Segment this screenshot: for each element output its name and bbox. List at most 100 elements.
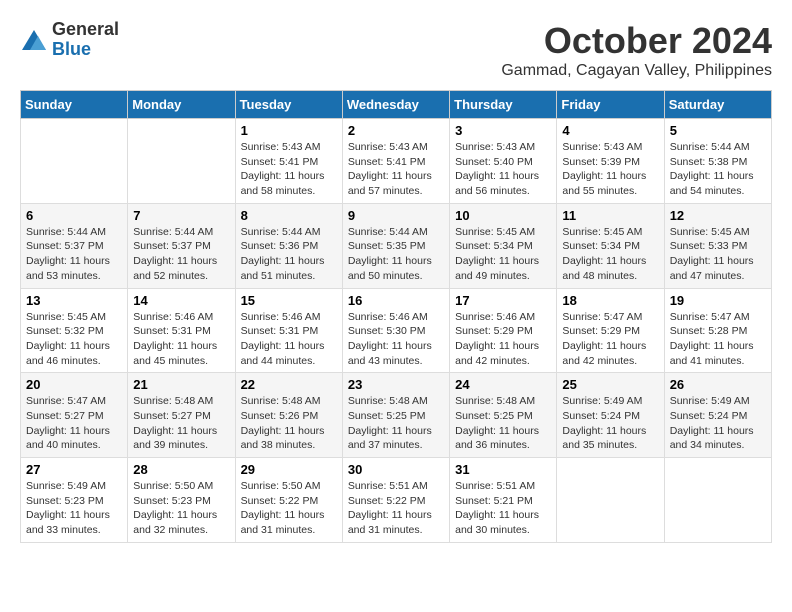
day-cell: 6Sunrise: 5:44 AM Sunset: 5:37 PM Daylig… [21,203,128,288]
day-cell [128,119,235,204]
day-cell: 1 Sunrise: 5:43 AM Sunset: 5:41 PM Daylig… [235,119,342,204]
day-cell: 15 Sunrise: 5:46 AM Sunset: 5:31 PM Dayli… [235,288,342,373]
day-info: Sunrise: 5:49 AM Sunset: 5:24 PM Dayligh… [562,394,658,453]
day-number: 10 [455,208,551,223]
day-number: 22 [241,377,337,392]
day-number: 8 [241,208,337,223]
day-cell: 22 Sunrise: 5:48 AM Sunset: 5:26 PM Dayli… [235,373,342,458]
logo: General Blue [20,20,119,60]
location-subtitle: Gammad, Cagayan Valley, Philippines [501,62,772,80]
week-row-1: 1 Sunrise: 5:43 AM Sunset: 5:41 PM Daylig… [21,119,772,204]
month-title: October 2024 [501,20,772,62]
day-cell: 20 Sunrise: 5:47 AM Sunset: 5:27 PM Dayli… [21,373,128,458]
header-friday: Friday [557,91,664,119]
day-cell: 31Sunrise: 5:51 AM Sunset: 5:21 PM Dayli… [450,458,557,543]
day-number: 25 [562,377,658,392]
day-number: 4 [562,123,658,138]
day-number: 9 [348,208,444,223]
day-cell: 5 Sunrise: 5:44 AM Sunset: 5:38 PM Daylig… [664,119,771,204]
day-info: Sunrise: 5:47 AM Sunset: 5:28 PM Dayligh… [670,310,766,369]
day-info: Sunrise: 5:44 AM Sunset: 5:35 PM Dayligh… [348,225,444,284]
day-info: Sunrise: 5:46 AM Sunset: 5:30 PM Dayligh… [348,310,444,369]
day-cell: 2 Sunrise: 5:43 AM Sunset: 5:41 PM Daylig… [342,119,449,204]
day-cell: 19 Sunrise: 5:47 AM Sunset: 5:28 PM Dayli… [664,288,771,373]
day-number: 7 [133,208,229,223]
day-cell: 25 Sunrise: 5:49 AM Sunset: 5:24 PM Dayli… [557,373,664,458]
day-number: 19 [670,293,766,308]
day-number: 14 [133,293,229,308]
day-number: 27 [26,462,122,477]
page-header: General Blue October 2024 Gammad, Cagaya… [20,20,772,80]
day-info: Sunrise: 5:50 AM Sunset: 5:23 PM Dayligh… [133,479,229,538]
header-saturday: Saturday [664,91,771,119]
day-cell: 29 Sunrise: 5:50 AM Sunset: 5:22 PM Dayli… [235,458,342,543]
logo-blue: Blue [52,40,119,60]
day-number: 21 [133,377,229,392]
day-cell: 17 Sunrise: 5:46 AM Sunset: 5:29 PM Dayli… [450,288,557,373]
day-number: 26 [670,377,766,392]
logo-general: General [52,20,119,40]
day-number: 30 [348,462,444,477]
header-monday: Monday [128,91,235,119]
day-number: 12 [670,208,766,223]
day-cell: 18Sunrise: 5:47 AM Sunset: 5:29 PM Dayli… [557,288,664,373]
day-cell [557,458,664,543]
day-info: Sunrise: 5:46 AM Sunset: 5:31 PM Dayligh… [133,310,229,369]
day-number: 20 [26,377,122,392]
day-info: Sunrise: 5:48 AM Sunset: 5:26 PM Dayligh… [241,394,337,453]
day-cell: 21 Sunrise: 5:48 AM Sunset: 5:27 PM Dayli… [128,373,235,458]
day-info: Sunrise: 5:44 AM Sunset: 5:38 PM Dayligh… [670,140,766,199]
day-number: 11 [562,208,658,223]
calendar-table: Sunday Monday Tuesday Wednesday Thursday… [20,90,772,543]
day-info: Sunrise: 5:45 AM Sunset: 5:33 PM Dayligh… [670,225,766,284]
week-row-4: 20 Sunrise: 5:47 AM Sunset: 5:27 PM Dayli… [21,373,772,458]
day-info: Sunrise: 5:43 AM Sunset: 5:39 PM Dayligh… [562,140,658,199]
day-cell: 14 Sunrise: 5:46 AM Sunset: 5:31 PM Dayli… [128,288,235,373]
day-info: Sunrise: 5:45 AM Sunset: 5:32 PM Dayligh… [26,310,122,369]
day-number: 31 [455,462,551,477]
day-info: Sunrise: 5:49 AM Sunset: 5:24 PM Dayligh… [670,394,766,453]
day-info: Sunrise: 5:44 AM Sunset: 5:36 PM Dayligh… [241,225,337,284]
day-cell: 30Sunrise: 5:51 AM Sunset: 5:22 PM Dayli… [342,458,449,543]
day-cell: 12 Sunrise: 5:45 AM Sunset: 5:33 PM Dayli… [664,203,771,288]
day-cell: 16 Sunrise: 5:46 AM Sunset: 5:30 PM Dayli… [342,288,449,373]
day-number: 5 [670,123,766,138]
day-number: 15 [241,293,337,308]
day-info: Sunrise: 5:43 AM Sunset: 5:41 PM Dayligh… [348,140,444,199]
day-cell: 10 Sunrise: 5:45 AM Sunset: 5:34 PM Dayli… [450,203,557,288]
week-row-3: 13Sunrise: 5:45 AM Sunset: 5:32 PM Dayli… [21,288,772,373]
day-number: 16 [348,293,444,308]
header-sunday: Sunday [21,91,128,119]
day-number: 2 [348,123,444,138]
day-info: Sunrise: 5:43 AM Sunset: 5:41 PM Dayligh… [241,140,337,199]
day-info: Sunrise: 5:46 AM Sunset: 5:31 PM Dayligh… [241,310,337,369]
header-wednesday: Wednesday [342,91,449,119]
day-cell: 24Sunrise: 5:48 AM Sunset: 5:25 PM Dayli… [450,373,557,458]
day-number: 6 [26,208,122,223]
calendar-header-row: Sunday Monday Tuesday Wednesday Thursday… [21,91,772,119]
day-cell [21,119,128,204]
day-cell: 26 Sunrise: 5:49 AM Sunset: 5:24 PM Dayli… [664,373,771,458]
title-area: October 2024 Gammad, Cagayan Valley, Phi… [501,20,772,80]
day-cell: 23Sunrise: 5:48 AM Sunset: 5:25 PM Dayli… [342,373,449,458]
day-info: Sunrise: 5:48 AM Sunset: 5:25 PM Dayligh… [455,394,551,453]
header-thursday: Thursday [450,91,557,119]
day-info: Sunrise: 5:48 AM Sunset: 5:25 PM Dayligh… [348,394,444,453]
day-cell: 7Sunrise: 5:44 AM Sunset: 5:37 PM Daylig… [128,203,235,288]
day-number: 1 [241,123,337,138]
logo-icon [20,26,48,54]
day-info: Sunrise: 5:50 AM Sunset: 5:22 PM Dayligh… [241,479,337,538]
week-row-2: 6Sunrise: 5:44 AM Sunset: 5:37 PM Daylig… [21,203,772,288]
day-info: Sunrise: 5:45 AM Sunset: 5:34 PM Dayligh… [562,225,658,284]
day-cell: 9 Sunrise: 5:44 AM Sunset: 5:35 PM Daylig… [342,203,449,288]
day-info: Sunrise: 5:47 AM Sunset: 5:27 PM Dayligh… [26,394,122,453]
day-number: 18 [562,293,658,308]
day-info: Sunrise: 5:43 AM Sunset: 5:40 PM Dayligh… [455,140,551,199]
day-number: 28 [133,462,229,477]
day-number: 29 [241,462,337,477]
day-info: Sunrise: 5:48 AM Sunset: 5:27 PM Dayligh… [133,394,229,453]
day-number: 17 [455,293,551,308]
day-info: Sunrise: 5:45 AM Sunset: 5:34 PM Dayligh… [455,225,551,284]
logo-text: General Blue [52,20,119,60]
day-info: Sunrise: 5:46 AM Sunset: 5:29 PM Dayligh… [455,310,551,369]
